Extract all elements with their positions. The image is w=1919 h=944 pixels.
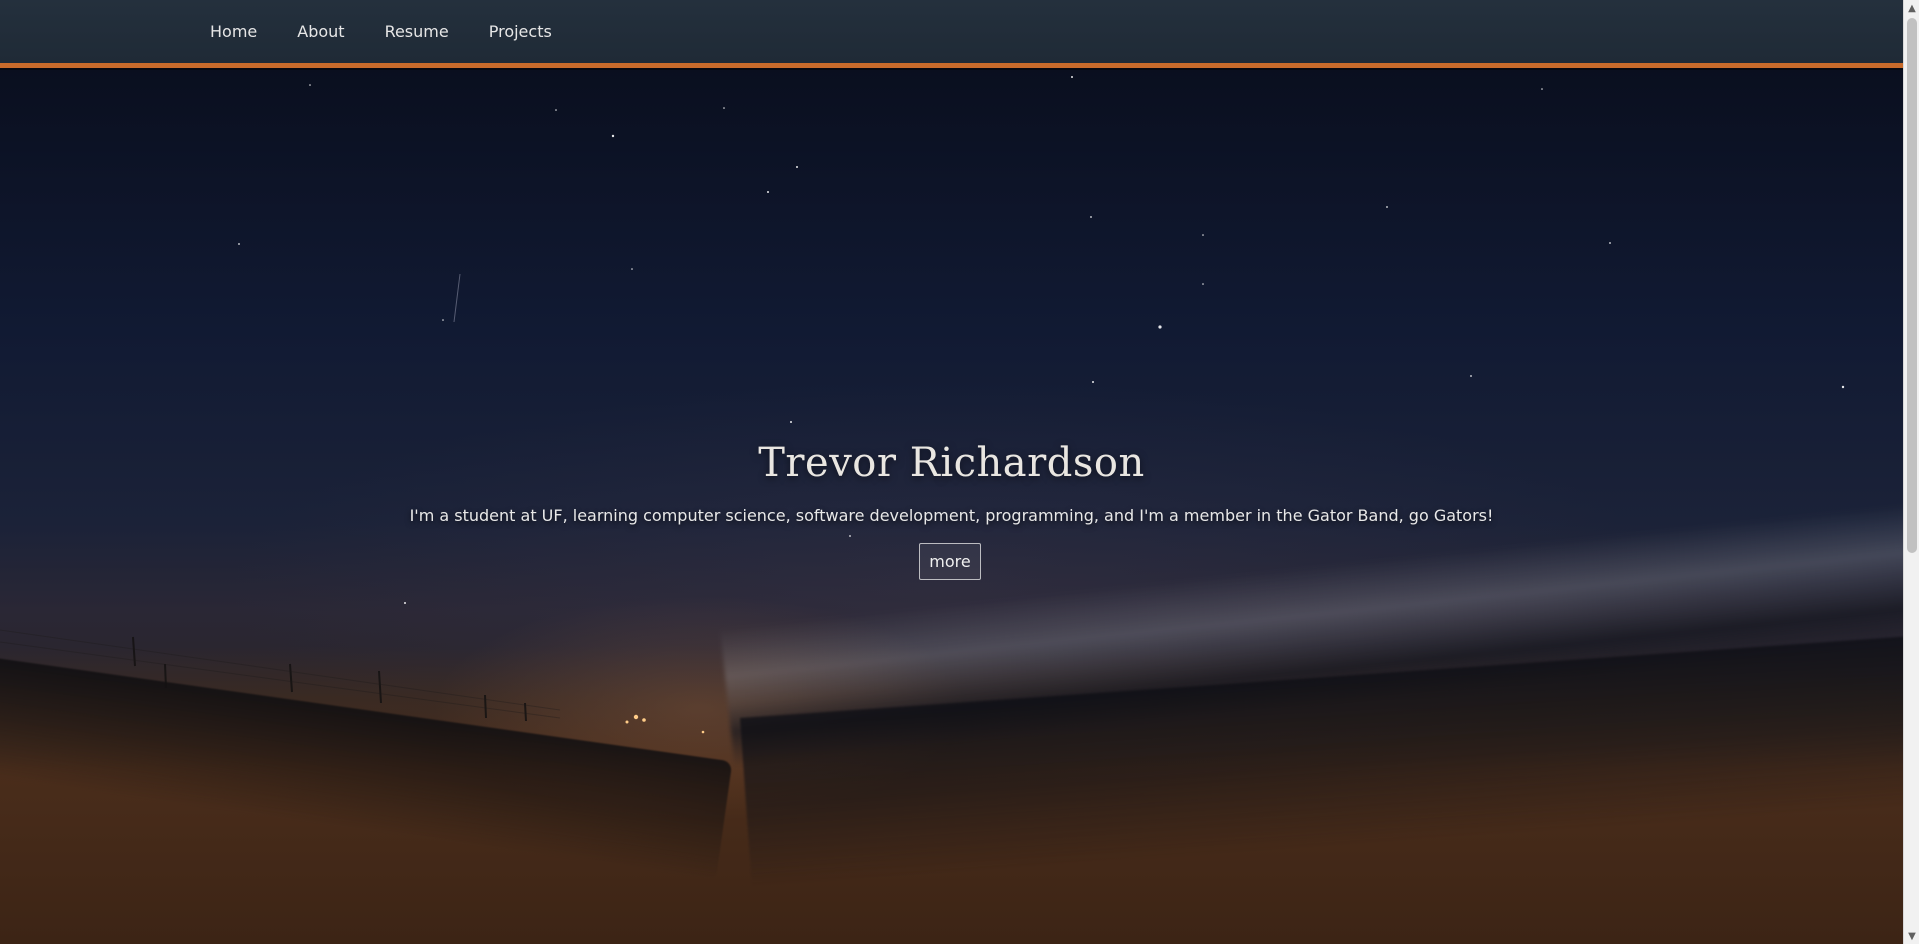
vertical-scrollbar[interactable]: ▲ ▼ bbox=[1903, 0, 1919, 944]
page: Home About Resume Projects Trevor Richar… bbox=[0, 0, 1919, 944]
nav-about-link[interactable]: About bbox=[277, 22, 364, 41]
nav-home-link[interactable]: Home bbox=[190, 22, 277, 41]
hero-section: Trevor Richardson I'm a student at UF, l… bbox=[0, 68, 1903, 944]
chevron-down-icon[interactable]: ▼ bbox=[1904, 928, 1919, 944]
nav-list: Home About Resume Projects bbox=[190, 0, 572, 63]
top-navbar: Home About Resume Projects bbox=[0, 0, 1903, 68]
hero-content: Trevor Richardson I'm a student at UF, l… bbox=[0, 68, 1903, 944]
chevron-up-icon[interactable]: ▲ bbox=[1904, 0, 1919, 16]
scrollbar-thumb[interactable] bbox=[1907, 18, 1917, 553]
nav-projects-link[interactable]: Projects bbox=[469, 22, 572, 41]
nav-resume-link[interactable]: Resume bbox=[365, 22, 469, 41]
hero-subtitle: I'm a student at UF, learning computer s… bbox=[409, 506, 1494, 525]
more-button[interactable]: more bbox=[919, 543, 981, 580]
hero-title: Trevor Richardson bbox=[758, 440, 1145, 486]
